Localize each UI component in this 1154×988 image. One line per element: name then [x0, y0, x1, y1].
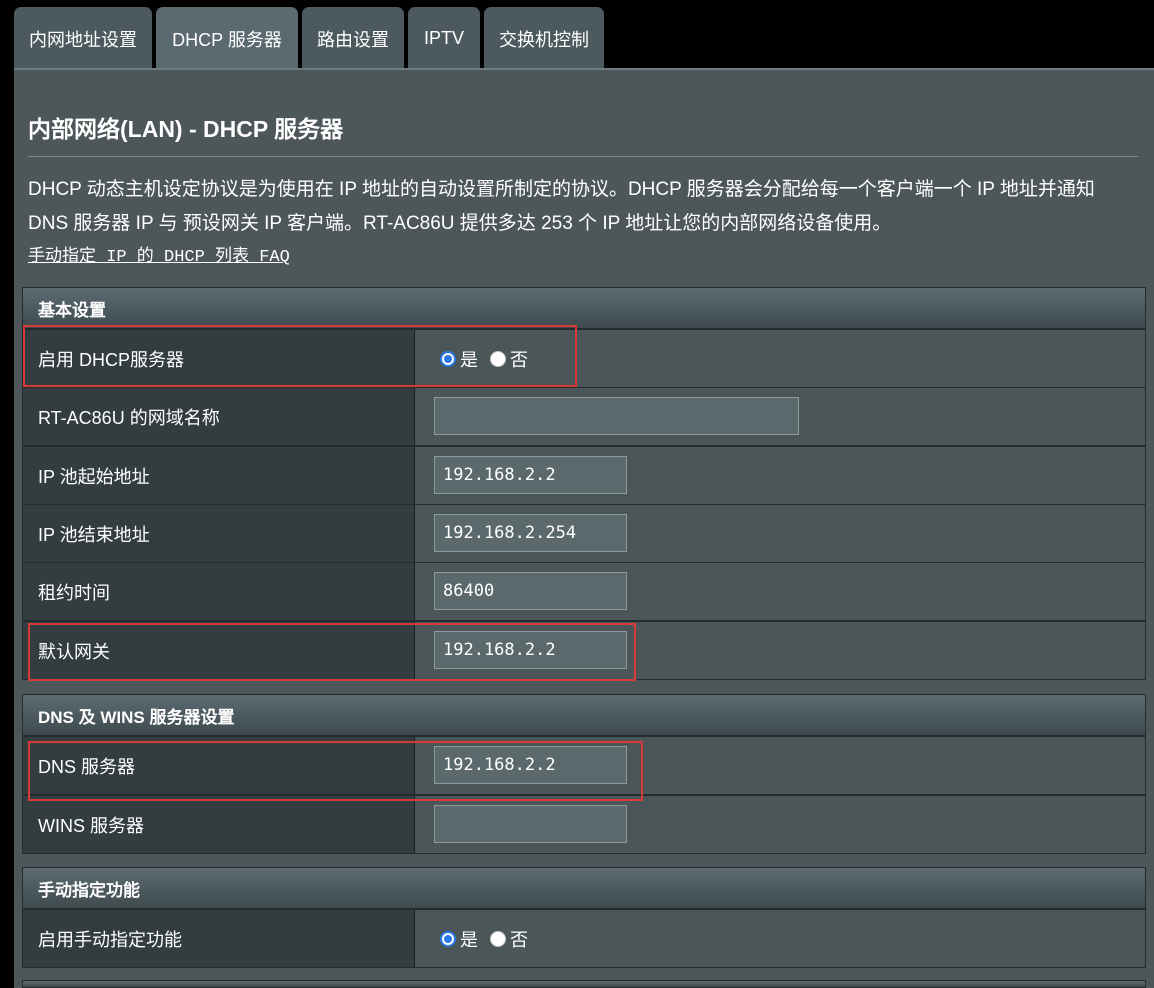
tab-switch-control[interactable]: 交换机控制 — [484, 7, 604, 70]
row-label: 默认网关 — [23, 622, 415, 679]
row-lease-time: 租约时间 — [22, 562, 1146, 621]
enable-dhcp-radio-group: 是 否 — [440, 330, 540, 387]
row-label: DNS 服务器 — [23, 737, 415, 794]
tab-route[interactable]: 路由设置 — [302, 7, 404, 70]
section-header-basic: 基本设置 — [22, 287, 1146, 329]
row-wins-server: WINS 服务器 — [22, 795, 1146, 854]
enable-manual-yes-radio[interactable] — [440, 930, 456, 947]
default-gateway-input[interactable] — [434, 631, 627, 669]
radio-label-no: 否 — [510, 929, 528, 950]
page-title: 内部网络(LAN) - DHCP 服务器 — [28, 116, 344, 142]
enable-manual-radio-group: 是 否 — [440, 910, 540, 967]
row-default-gateway: 默认网关 — [22, 621, 1146, 680]
radio-label-no: 否 — [510, 349, 528, 370]
row-enable-dhcp: 启用 DHCP服务器 是 否 — [22, 329, 1146, 388]
enable-manual-no-radio[interactable] — [490, 930, 506, 947]
row-label: WINS 服务器 — [23, 796, 415, 853]
tab-iptv[interactable]: IPTV — [408, 7, 480, 70]
lease-time-input[interactable] — [434, 572, 627, 610]
title-divider — [28, 156, 1138, 157]
section-header-dns-wins: DNS 及 WINS 服务器设置 — [22, 694, 1146, 736]
dns-server-input[interactable] — [434, 746, 627, 784]
next-section-header — [22, 980, 1146, 988]
row-dns-server: DNS 服务器 — [22, 736, 1146, 795]
tab-bar: 内网地址设置 DHCP 服务器 路由设置 IPTV 交换机控制 — [0, 0, 1154, 70]
row-enable-manual: 启用手动指定功能 是 否 — [22, 909, 1146, 968]
row-label: 启用 DHCP服务器 — [23, 330, 415, 387]
section-title: 手动指定功能 — [38, 880, 140, 900]
row-ip-pool-end: IP 池结束地址 — [22, 504, 1146, 563]
section-header-manual: 手动指定功能 — [22, 867, 1146, 909]
row-label: 租约时间 — [23, 563, 415, 620]
section-title: DNS 及 WINS 服务器设置 — [38, 707, 235, 727]
section-title: 基本设置 — [38, 300, 106, 320]
page-description: DHCP 动态主机设定协议是为使用在 IP 地址的自动设置所制定的协议。DHCP… — [28, 179, 1095, 234]
ip-pool-end-input[interactable] — [434, 514, 627, 552]
enable-dhcp-yes-radio[interactable] — [440, 350, 456, 367]
faq-link[interactable]: 手动指定 IP 的 DHCP 列表 FAQ — [28, 241, 290, 267]
row-label: 启用手动指定功能 — [23, 910, 415, 967]
wins-server-input[interactable] — [434, 805, 627, 843]
domain-name-input[interactable] — [434, 397, 799, 435]
row-label: RT-AC86U 的网域名称 — [23, 388, 415, 445]
row-domain-name: RT-AC86U 的网域名称 — [22, 387, 1146, 446]
tab-dhcp-server[interactable]: DHCP 服务器 — [156, 7, 298, 70]
radio-label-yes: 是 — [460, 349, 478, 370]
tab-lan-ip[interactable]: 内网地址设置 — [14, 7, 152, 70]
ip-pool-start-input[interactable] — [434, 456, 627, 494]
radio-label-yes: 是 — [460, 929, 478, 950]
row-label: IP 池结束地址 — [23, 505, 415, 562]
row-ip-pool-start: IP 池起始地址 — [22, 446, 1146, 505]
enable-dhcp-no-radio[interactable] — [490, 350, 506, 367]
row-label: IP 池起始地址 — [23, 447, 415, 504]
